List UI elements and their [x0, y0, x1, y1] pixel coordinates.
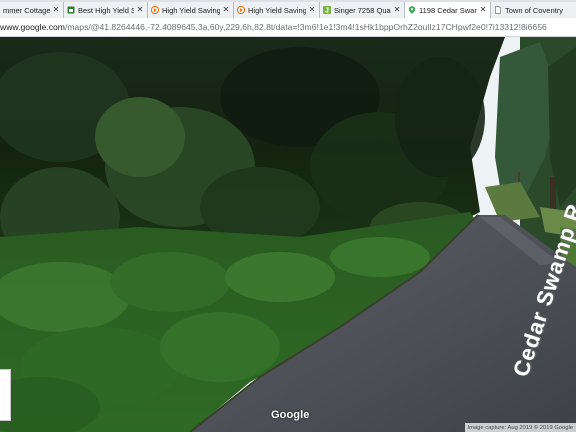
close-icon[interactable]: ✕	[479, 6, 487, 14]
tab-label: High Yield Saving:	[248, 5, 306, 15]
tab-high-yield-1[interactable]: High Yield Saving: ✕	[148, 2, 234, 18]
address-bar[interactable]: www.google.com/maps/@41.8264446,-72.4089…	[0, 18, 576, 37]
pegman-widget[interactable]	[0, 369, 11, 421]
street-view-panorama[interactable]: Cedar Swamp R Google Image capture: Aug …	[0, 37, 576, 432]
tab-cedar-swamp[interactable]: 1198 Cedar Swam ✕	[405, 2, 491, 18]
tab-town-of-coventry[interactable]: Town of Coventry	[491, 2, 576, 18]
tab-label: mmer Cottage ·	[3, 5, 50, 15]
tab-strip: mmer Cottage · ✕ Best High Yield Sa ✕ Hi…	[0, 0, 576, 18]
close-icon[interactable]: ✕	[222, 6, 230, 14]
url-path: /maps/@41.8264446,-72.4089645,3a,60y,229…	[64, 22, 547, 32]
page-icon	[494, 6, 502, 14]
google-logo: Google	[271, 409, 310, 421]
close-icon[interactable]: ✕	[308, 6, 316, 14]
url-text[interactable]: www.google.com/maps/@41.8264446,-72.4089…	[0, 22, 547, 32]
maps-icon	[408, 6, 416, 14]
tab-best-high-yield[interactable]: Best High Yield Sa ✕	[64, 2, 148, 18]
image-attribution: Image capture: Aug 2019 © 2019 Google	[464, 423, 576, 432]
url-domain: www.google.com	[0, 22, 65, 32]
tab-label: Best High Yield Sa	[78, 5, 134, 15]
svg-text:J: J	[325, 8, 329, 14]
tab-label: Town of Coventry	[505, 5, 563, 15]
close-icon[interactable]: ✕	[136, 6, 144, 14]
tab-singer[interactable]: J Singer 7258 Quan ✕	[320, 2, 405, 18]
play-icon	[151, 6, 159, 14]
tab-label: High Yield Saving:	[162, 5, 220, 15]
close-icon[interactable]: ✕	[52, 6, 60, 14]
tab-high-yield-2[interactable]: High Yield Saving: ✕	[234, 2, 320, 18]
tab-label: Singer 7258 Quan	[334, 5, 391, 15]
close-icon[interactable]: ✕	[393, 6, 401, 14]
tab-cottage[interactable]: mmer Cottage · ✕	[0, 2, 64, 18]
j-icon: J	[323, 6, 331, 14]
play-icon	[237, 6, 245, 14]
tab-label: 1198 Cedar Swam	[419, 5, 477, 15]
street-view-scene	[0, 37, 576, 432]
bank-icon	[67, 6, 75, 14]
